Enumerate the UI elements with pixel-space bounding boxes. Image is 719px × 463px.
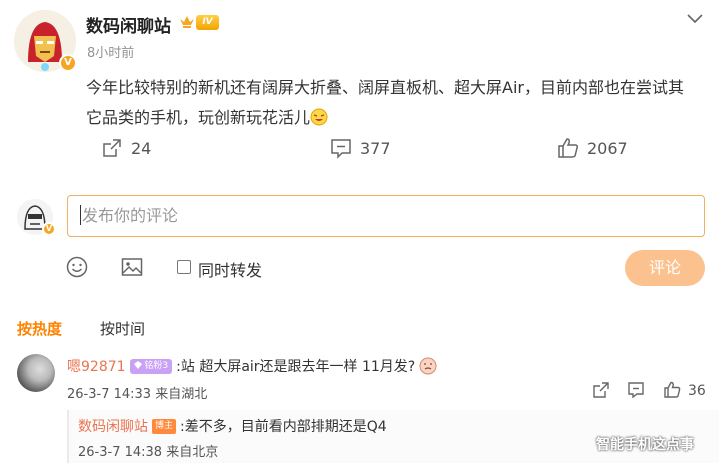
host-badge: 博主 [152, 418, 177, 434]
share-icon [103, 139, 121, 157]
watermark: 智能手机这点事 [596, 437, 694, 453]
post-time[interactable]: 8小时前 [87, 42, 134, 61]
reply-icon[interactable] [627, 381, 645, 399]
level-badge: IV [196, 15, 219, 30]
reply-text: :差不多，目前看内部排期还是Q4 [180, 419, 387, 435]
crown-icon [180, 16, 194, 28]
comment-meta: 26-3-7 14:33 来自湖北 [67, 387, 208, 402]
comment-line: 嗯92871 铭粉3 :站 超大屏air还是跟去年一样 11月发? [67, 356, 437, 376]
share-count: 24 [131, 138, 152, 158]
author-name[interactable]: 数码闲聊站 [86, 12, 171, 37]
comment-icon [331, 139, 351, 159]
reply-meta: 26-3-7 14:38 来自北京 [78, 445, 219, 460]
reply-line: 数码闲聊站 博主 :差不多，目前看内部排期还是Q4 [78, 416, 387, 436]
thumbs-up-icon [558, 138, 579, 158]
comment-count: 377 [360, 138, 391, 158]
fan-badge[interactable]: 铭粉3 [129, 358, 173, 374]
thumbs-up-icon[interactable] [663, 381, 681, 399]
reply-author-name[interactable]: 数码闲聊站 [78, 416, 148, 436]
chevron-down-icon[interactable] [686, 12, 704, 24]
share-icon[interactable] [592, 381, 610, 399]
diamond-icon [133, 360, 142, 369]
fan-badge-label: 铭粉3 [144, 360, 169, 371]
comment-text: :站 超大屏air还是跟去年一样 11月发? [176, 359, 416, 375]
like-count: 2067 [587, 138, 628, 158]
emoji-icon [419, 357, 437, 375]
like-button[interactable]: 2067 [557, 137, 628, 159]
comment-input[interactable]: 发布你的评论 [67, 195, 705, 237]
repost-checkbox[interactable] [177, 260, 191, 274]
commenter-avatar[interactable] [17, 354, 55, 392]
submit-comment-button[interactable]: 评论 [625, 250, 705, 286]
tab-sort-by-hot[interactable]: 按热度 [17, 318, 62, 339]
post-content: 今年比较特别的新机还有阔屏大折叠、阔屏直板机、超大屏Air，目前内部也在尝试其它… [86, 73, 686, 133]
emoji-icon[interactable] [66, 256, 88, 278]
share-button[interactable]: 24 [101, 137, 151, 159]
verified-badge: V [59, 54, 77, 72]
comment-like-count: 36 [688, 383, 706, 399]
comment-button[interactable]: 377 [330, 137, 391, 159]
my-verified-badge: V [42, 222, 56, 236]
repost-label[interactable]: 同时转发 [198, 257, 262, 281]
comment-input-placeholder: 发布你的评论 [82, 206, 179, 225]
commenter-name[interactable]: 嗯92871 [67, 356, 126, 376]
image-icon[interactable] [121, 256, 143, 278]
laughing-emoji-icon [310, 108, 328, 126]
post-text: 今年比较特别的新机还有阔屏大折叠、阔屏直板机、超大屏Air，目前内部也在尝试其它… [86, 78, 684, 127]
tab-sort-by-time[interactable]: 按时间 [100, 318, 145, 339]
text-cursor [80, 205, 81, 225]
